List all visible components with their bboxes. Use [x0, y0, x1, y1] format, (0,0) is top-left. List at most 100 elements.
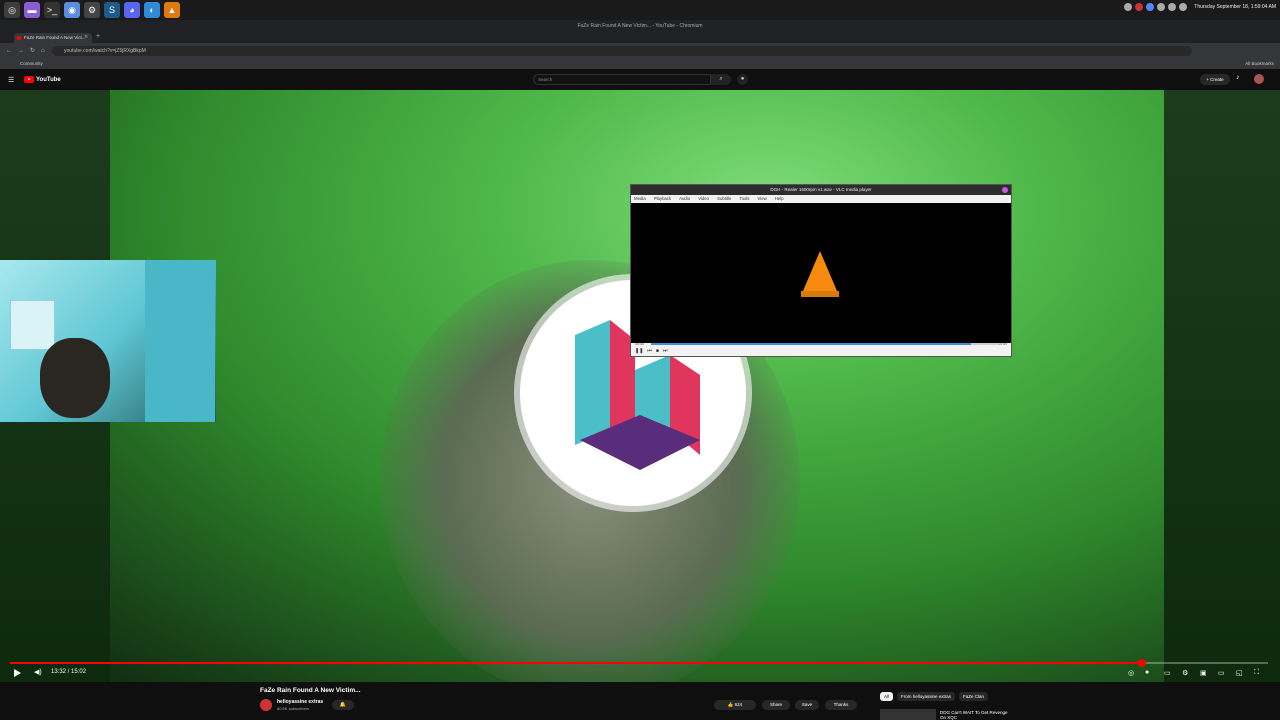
theater-icon[interactable]: ▭: [1218, 669, 1225, 677]
channel-name[interactable]: helloyassine extras: [277, 699, 323, 705]
vlc-menubar: Media Playback Audio Video Subtitle Tools View…: [631, 195, 1011, 203]
miniplayer-icon[interactable]: ▣: [1200, 669, 1207, 677]
youtube-logo[interactable]: YouTube: [24, 76, 61, 83]
vlc-menu-view[interactable]: View: [757, 195, 766, 203]
vlc-title: DGH - Realer 1600rpm v1.wav - VLC media …: [770, 187, 872, 192]
like-button[interactable]: 👍 624: [714, 700, 756, 710]
steam-icon[interactable]: S: [104, 2, 120, 18]
tab-strip: FaZe Rain Found A New Vict...: [0, 32, 1280, 43]
vlc-cone-icon: [803, 251, 837, 291]
vlc-total: 00:49: [998, 342, 1007, 346]
clock[interactable]: Thursday September 18, 1:59:04 AM: [1194, 4, 1276, 10]
subscribed-bell-button[interactable]: 🔔: [332, 700, 354, 710]
video-info: FaZe Rain Found A New Victim... helloyas…: [0, 682, 1280, 720]
mint-menu-icon[interactable]: ◎: [4, 2, 20, 18]
new-tab-icon[interactable]: +: [96, 33, 100, 40]
os-top-panel: ◎ ▬ >_ ◉ ⚙ S ◕ ◐ ▲ Thursday September 18, 1:59:0…: [0, 0, 1280, 20]
chromium-icon[interactable]: ◉: [64, 2, 80, 18]
autoplay-icon[interactable]: ◎: [1128, 669, 1134, 677]
vlc-taskbar-icon[interactable]: ▲: [164, 2, 180, 18]
vlc-menu-playback[interactable]: Playback: [654, 195, 671, 203]
all-bookmarks[interactable]: All Bookmarks: [1245, 61, 1274, 66]
cast-icon[interactable]: ◱: [1236, 669, 1243, 677]
vlc-menu-audio[interactable]: Audio: [679, 195, 690, 203]
vlc-menu-help[interactable]: Help: [775, 195, 784, 203]
vlc-titlebar[interactable]: DGH - Realer 1600rpm v1.wav - VLC media …: [631, 185, 1011, 195]
microphone-icon[interactable]: ●: [737, 74, 748, 85]
chip-0[interactable]: All: [880, 692, 894, 701]
recommendation-chips: All From helloyassine extras FaZe Clan: [880, 692, 989, 701]
notifications-icon[interactable]: ♪: [1236, 74, 1240, 81]
save-button[interactable]: Save: [795, 700, 819, 710]
vlc-video-area[interactable]: [631, 203, 1011, 343]
browser-icon[interactable]: ◐: [144, 2, 160, 18]
window-title: FaZe Rain Found A New Victim... - YouTub…: [0, 20, 1280, 32]
vlc-stop-icon[interactable]: ■: [656, 348, 659, 354]
vlc-close-icon[interactable]: [1002, 187, 1008, 193]
terminal-icon[interactable]: >_: [44, 2, 60, 18]
vlc-next-icon[interactable]: ⏭: [663, 348, 668, 354]
vlc-seek-bar[interactable]: [651, 343, 999, 345]
tab-title: FaZe Rain Found A New Vict...: [24, 35, 86, 40]
menu-icon[interactable]: ☰: [8, 76, 14, 84]
recommendation-title[interactable]: DDG Can't WAIT To Get Revenge On XQC: [940, 710, 1010, 720]
video-player[interactable]: [0, 90, 1280, 682]
subscriber-count: 80.5K subscribers: [277, 706, 310, 711]
chip-2[interactable]: FaZe Clan: [959, 692, 989, 701]
avatar[interactable]: [1254, 74, 1264, 84]
autoplay-toggle[interactable]: ●: [1145, 669, 1149, 676]
thanks-button[interactable]: Thanks: [825, 700, 857, 710]
play-button[interactable]: [14, 669, 21, 677]
fullscreen-icon[interactable]: ⛶: [1254, 669, 1259, 677]
discord-icon[interactable]: ◕: [124, 2, 140, 18]
home-icon[interactable]: ⌂: [41, 48, 45, 54]
recommendation-thumbnail[interactable]: [880, 709, 936, 720]
thanks-label: Thanks: [833, 702, 849, 707]
vlc-menu-video[interactable]: Video: [698, 195, 709, 203]
volume-icon[interactable]: [1179, 3, 1188, 11]
youtube-play-icon: [24, 76, 34, 83]
address-bar[interactable]: youtube.com/watch?v=jZ5jRXgBkpM: [52, 46, 1192, 56]
files-icon[interactable]: ▬: [24, 2, 40, 18]
chip-1[interactable]: From helloyassine extras: [897, 692, 956, 701]
bookmark-community[interactable]: Community: [20, 61, 43, 66]
subtitles-icon[interactable]: ▭: [1164, 669, 1171, 677]
video-progress-bar[interactable]: [10, 659, 1268, 667]
share-label: Share: [769, 702, 782, 707]
like-count: 624: [734, 702, 743, 707]
vlc-menu-subtitle[interactable]: Subtitle: [717, 195, 731, 203]
vlc-controls: ❚❚ ⏮ ■ ⏭: [635, 348, 667, 354]
search-icon[interactable]: ⌕: [711, 74, 731, 85]
search-input[interactable]: Search: [533, 74, 711, 85]
youtube-logo-text: YouTube: [36, 76, 61, 83]
settings-icon[interactable]: ⚙: [84, 2, 100, 18]
vlc-window[interactable]: DGH - Realer 1600rpm v1.wav - VLC media …: [630, 184, 1012, 357]
back-icon[interactable]: ←: [6, 48, 12, 54]
channel-avatar[interactable]: [260, 699, 272, 711]
vlc-prev-icon[interactable]: ⏮: [647, 348, 652, 354]
tray-icon[interactable]: [1157, 3, 1166, 11]
settings-gear-icon[interactable]: ⚙: [1182, 669, 1188, 677]
streamer: [40, 338, 110, 418]
tray-icon[interactable]: [1135, 3, 1144, 11]
network-icon[interactable]: [1168, 3, 1177, 11]
save-label: Save: [801, 702, 813, 707]
close-tab-icon[interactable]: ✕: [84, 34, 88, 40]
webcam-overlay: [0, 260, 216, 422]
vlc-pause-icon[interactable]: ❚❚: [635, 348, 643, 354]
forward-icon[interactable]: →: [18, 48, 24, 54]
vlc-menu-tools[interactable]: Tools: [739, 195, 749, 203]
vlc-menu-media[interactable]: Media: [634, 195, 646, 203]
tray-icon[interactable]: [1146, 3, 1155, 11]
tray-icon[interactable]: [1124, 3, 1133, 11]
create-button[interactable]: + Create: [1200, 74, 1230, 85]
video-pillarbox-right: [1164, 90, 1280, 682]
bookmarks-bar: Community All Bookmarks: [0, 58, 1280, 69]
volume-icon[interactable]: ◀): [34, 668, 42, 676]
share-button[interactable]: Share: [762, 700, 790, 710]
browser-tab[interactable]: FaZe Rain Found A New Vict...: [14, 33, 92, 43]
youtube-favicon-icon: [17, 36, 21, 40]
youtube-header: ☰ YouTube Search ⌕ ● + Create ♪: [0, 69, 1280, 90]
vlc-elapsed: 00:45: [635, 342, 644, 346]
reload-icon[interactable]: ↻: [30, 47, 35, 54]
